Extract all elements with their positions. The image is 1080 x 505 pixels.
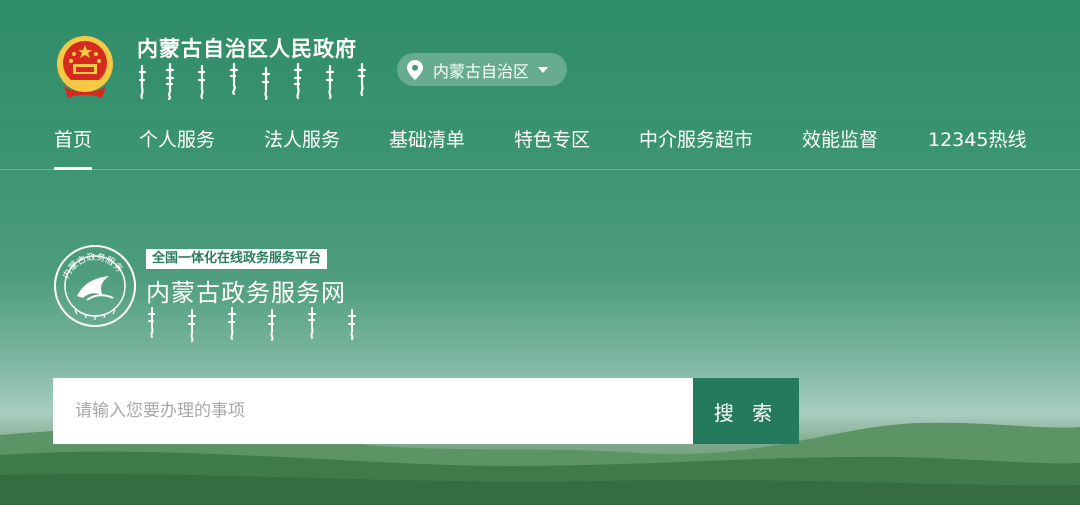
nav-item-intermediary-market[interactable]: 中介服务超市 [639, 125, 753, 152]
nav-divider [0, 169, 1080, 170]
nav-item-personal-services[interactable]: 个人服务 [139, 125, 215, 152]
caret-down-icon [538, 66, 549, 73]
mongolian-script-brand [148, 307, 356, 342]
platform-seal-logo[interactable]: 内蒙古政务服务 [53, 244, 137, 328]
nav-item-special-zone[interactable]: 特色专区 [514, 125, 590, 152]
nav-item-home[interactable]: 首页 [54, 125, 93, 170]
platform-name[interactable]: 内蒙古政务服务网 [146, 273, 346, 308]
region-select-label: 内蒙古自治区 [433, 61, 530, 81]
nav-item-efficiency-supervision[interactable]: 效能监督 [802, 125, 878, 152]
nav-item-corporate-services[interactable]: 法人服务 [264, 125, 340, 152]
search-button[interactable]: 搜 索 [693, 378, 799, 444]
mongolian-script-title [138, 62, 367, 100]
platform-tagline: 全国一体化在线政务服务平台 [146, 249, 328, 269]
main-nav: 首页 个人服务 法人服务 基础清单 特色专区 中介服务超市 效能监督 12345… [0, 113, 1080, 170]
region-select[interactable]: 内蒙古自治区 [397, 53, 567, 86]
location-pin-icon [407, 59, 423, 80]
national-emblem-icon[interactable] [54, 34, 116, 100]
search-input[interactable] [53, 378, 693, 444]
search-bar: 搜 索 [53, 378, 799, 444]
nav-item-hotline[interactable]: 12345热线 [928, 125, 1026, 152]
site-header: 内蒙古自治区人民政府 内蒙古自治区 首页 个人服务 法人服务 基础清单 特色专区… [0, 0, 1080, 171]
site-title[interactable]: 内蒙古自治区人民政府 [137, 33, 357, 63]
nav-item-basic-lists[interactable]: 基础清单 [389, 125, 465, 152]
